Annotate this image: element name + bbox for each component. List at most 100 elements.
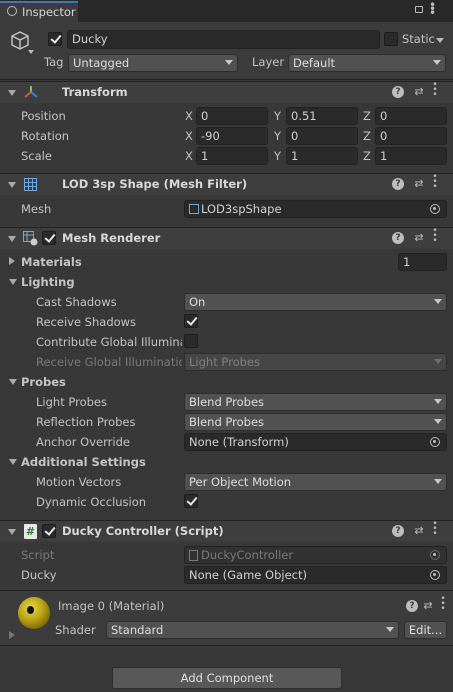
active-checkbox[interactable] — [48, 32, 62, 46]
ducky-value: None (Game Object) — [189, 568, 307, 582]
object-picker-icon[interactable] — [430, 204, 440, 214]
mesh-grid-icon — [24, 178, 37, 191]
chevron-down-icon — [434, 479, 442, 484]
script-value: DuckyController — [201, 548, 294, 562]
material-foldout-arrow[interactable] — [9, 631, 15, 639]
scale-x-field[interactable]: 1 — [196, 147, 268, 165]
reflection-probes-dropdown[interactable]: Blend Probes — [184, 413, 447, 431]
probes-section-label[interactable]: Probes — [21, 375, 66, 389]
tab-title: Inspector — [22, 5, 76, 19]
mesh-renderer-icon — [23, 231, 38, 246]
help-icon[interactable]: ? — [392, 525, 404, 537]
position-z-field[interactable]: 0 — [375, 107, 447, 125]
gameobject-cube-icon[interactable] — [10, 31, 29, 50]
mesh-field[interactable]: LOD3spShape — [184, 200, 447, 218]
additional-settings-foldout-arrow[interactable] — [9, 459, 17, 465]
materials-foldout-arrow[interactable] — [9, 257, 15, 265]
script-field: DuckyController — [184, 546, 447, 564]
object-picker-icon[interactable] — [430, 570, 440, 580]
chevron-down-icon — [434, 359, 442, 364]
ducky-field[interactable]: None (Game Object) — [184, 566, 447, 584]
chevron-down-icon — [225, 60, 233, 65]
foldout-arrow-icon[interactable] — [8, 90, 16, 96]
rotation-z-field[interactable]: 0 — [375, 127, 447, 145]
lighting-section-label[interactable]: Lighting — [21, 275, 75, 289]
static-checkbox[interactable] — [384, 32, 398, 46]
probes-foldout-arrow[interactable] — [9, 379, 17, 385]
edit-label: Edit... — [408, 623, 443, 637]
component-menu-icon[interactable]: • • • — [432, 81, 438, 100]
rotation-x-field[interactable]: -90 — [196, 127, 268, 145]
mesh-filter-title: LOD 3sp Shape (Mesh Filter) — [62, 177, 248, 191]
help-icon[interactable]: ? — [392, 232, 404, 244]
shader-dropdown[interactable]: Standard — [106, 621, 399, 639]
anchor-override-field[interactable]: None (Transform) — [184, 433, 447, 451]
lighting-foldout-arrow[interactable] — [9, 279, 17, 285]
component-menu-icon[interactable]: • • • — [440, 595, 446, 614]
shader-edit-button[interactable]: Edit... — [404, 621, 447, 639]
materials-label[interactable]: Materials — [21, 255, 82, 269]
chevron-down-icon — [434, 419, 442, 424]
scale-z-field[interactable]: 1 — [375, 147, 447, 165]
light-probes-dropdown[interactable]: Blend Probes — [184, 393, 447, 411]
component-menu-icon[interactable]: • • • — [432, 173, 438, 192]
mesh-renderer-enabled-checkbox[interactable] — [42, 231, 56, 245]
tab-inspector[interactable]: Inspector — [0, 1, 78, 22]
materials-count-field[interactable]: 1 — [398, 253, 447, 271]
contribute-gi-checkbox[interactable] — [184, 334, 198, 348]
presets-icon[interactable]: ⇄ — [413, 86, 425, 98]
foldout-arrow-icon[interactable] — [8, 182, 16, 188]
cast-shadows-dropdown[interactable]: On — [184, 293, 447, 311]
motion-vectors-dropdown[interactable]: Per Object Motion — [184, 473, 447, 491]
transform-header[interactable]: Transform ? ⇄ • • • — [0, 81, 453, 103]
material-preview-sphere[interactable] — [18, 597, 50, 629]
foldout-arrow-icon[interactable] — [8, 529, 16, 535]
script-component-header[interactable]: # Ducky Controller (Script) ? ⇄ • • • — [0, 520, 453, 542]
receive-shadows-checkbox[interactable] — [184, 314, 198, 328]
material-eye-left — [27, 606, 34, 614]
foldout-arrow-icon[interactable] — [8, 236, 16, 242]
lock-icon[interactable] — [415, 6, 423, 13]
reflection-probes-label: Reflection Probes — [36, 415, 136, 429]
receive-gi-label: Receive Global Illuminatio — [36, 355, 182, 369]
mesh-filter-header[interactable]: LOD 3sp Shape (Mesh Filter) ? ⇄ • • • — [0, 173, 453, 195]
presets-icon[interactable]: ⇄ — [422, 600, 434, 612]
position-y-field[interactable]: 0.51 — [286, 107, 358, 125]
cast-shadows-label: Cast Shadows — [36, 295, 117, 309]
icon-dropdown-arrow[interactable] — [28, 50, 34, 54]
object-picker-icon[interactable] — [430, 437, 440, 447]
help-icon[interactable]: ? — [406, 600, 418, 612]
help-icon[interactable]: ? — [392, 86, 404, 98]
tag-dropdown[interactable]: Untagged — [68, 54, 238, 72]
presets-icon[interactable]: ⇄ — [413, 178, 425, 190]
object-name-field[interactable]: Ducky — [67, 30, 380, 49]
static-dropdown-arrow[interactable] — [436, 38, 444, 43]
scale-y-field[interactable]: 1 — [286, 147, 358, 165]
presets-icon[interactable]: ⇄ — [413, 525, 425, 537]
layer-value: Default — [293, 56, 336, 70]
more-options-icon[interactable]: • • • — [429, 0, 436, 19]
transform-axes-icon — [24, 85, 38, 99]
component-menu-icon[interactable]: • • • — [432, 227, 438, 246]
mesh-value: LOD3spShape — [201, 202, 282, 216]
position-x-field[interactable]: 0 — [196, 107, 268, 125]
script-enabled-checkbox[interactable] — [42, 524, 56, 538]
material-title: Image 0 (Material) — [58, 599, 165, 613]
mesh-renderer-header[interactable]: Mesh Renderer ? ⇄ • • • — [0, 227, 453, 249]
component-menu-icon[interactable]: • • • — [432, 520, 438, 539]
presets-icon[interactable]: ⇄ — [413, 232, 425, 244]
add-component-button[interactable]: Add Component — [112, 667, 342, 689]
additional-settings-label[interactable]: Additional Settings — [21, 455, 146, 469]
mesh-asset-icon — [189, 204, 199, 214]
axis-z-label: Z — [363, 129, 371, 143]
receive-gi-value: Light Probes — [189, 355, 260, 369]
light-probes-label: Light Probes — [36, 395, 107, 409]
rotation-y-field[interactable]: 0 — [286, 127, 358, 145]
axis-x-label: X — [185, 129, 193, 143]
script-file-icon — [189, 550, 198, 561]
script-hash-icon: # — [24, 524, 37, 539]
help-icon[interactable]: ? — [392, 178, 404, 190]
dynamic-occlusion-checkbox[interactable] — [184, 494, 198, 508]
layer-dropdown[interactable]: Default — [288, 54, 446, 72]
add-component-label: Add Component — [180, 671, 274, 685]
